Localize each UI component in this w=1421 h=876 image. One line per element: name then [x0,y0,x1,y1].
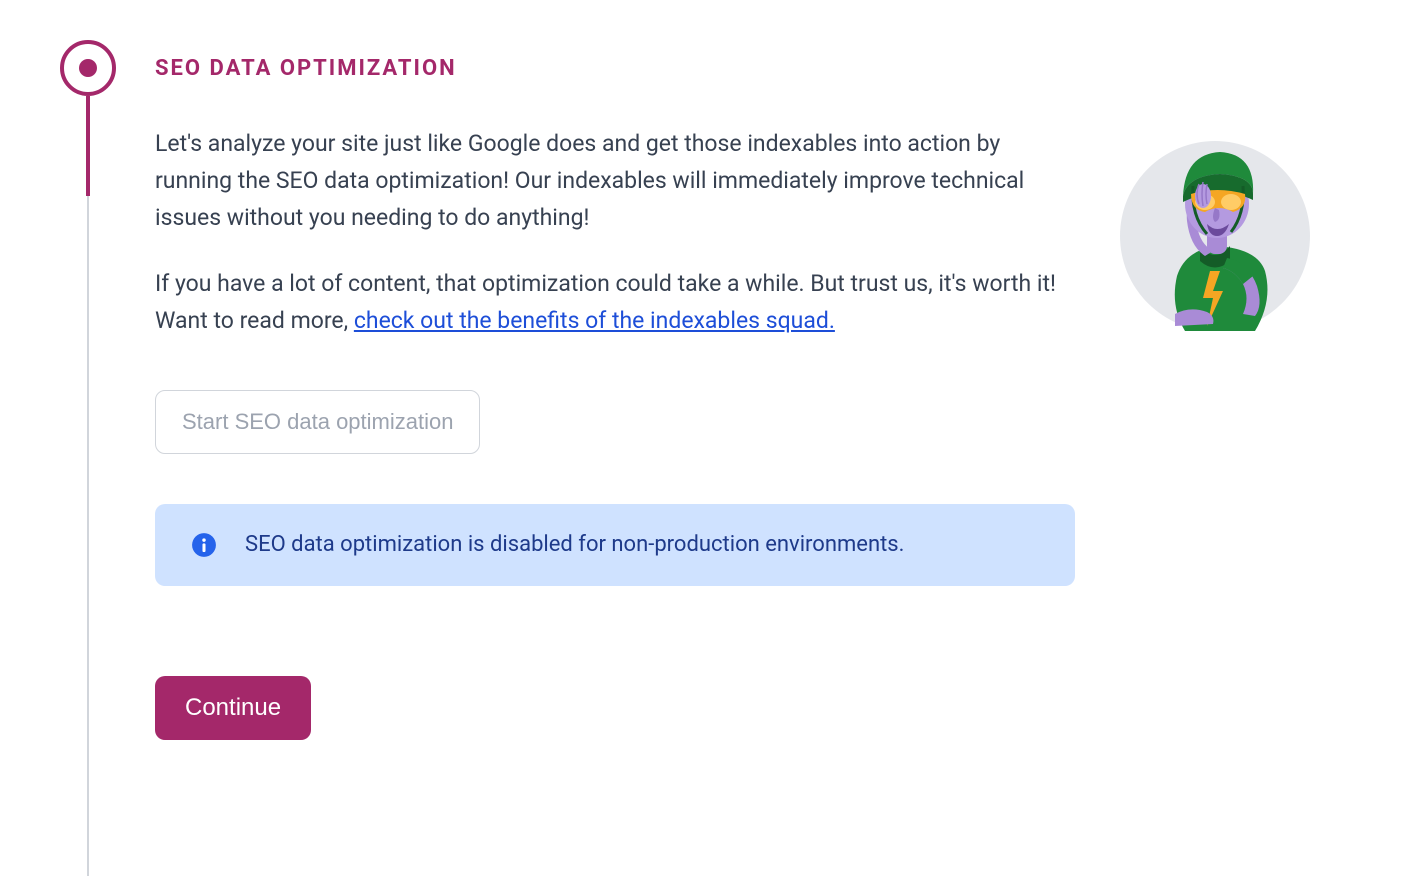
info-alert: SEO data optimization is disabled for no… [155,504,1075,586]
step-title: SEO DATA OPTIMIZATION [155,56,457,81]
info-icon [191,532,217,558]
timeline-line-active [86,96,90,196]
step-paragraph-2: If you have a lot of content, that optim… [155,266,1075,340]
mascot-illustration [1115,126,1315,326]
timeline-step-marker-dot [79,59,97,77]
continue-button[interactable]: Continue [155,676,311,740]
timeline-line-inactive [87,196,89,876]
timeline-step-marker [60,40,116,96]
start-seo-optimization-button: Start SEO data optimization [155,390,480,454]
info-alert-text: SEO data optimization is disabled for no… [245,532,904,557]
step-paragraph-1: Let's analyze your site just like Google… [155,126,1075,236]
indexables-benefits-link[interactable]: check out the benefits of the indexables… [354,307,835,334]
